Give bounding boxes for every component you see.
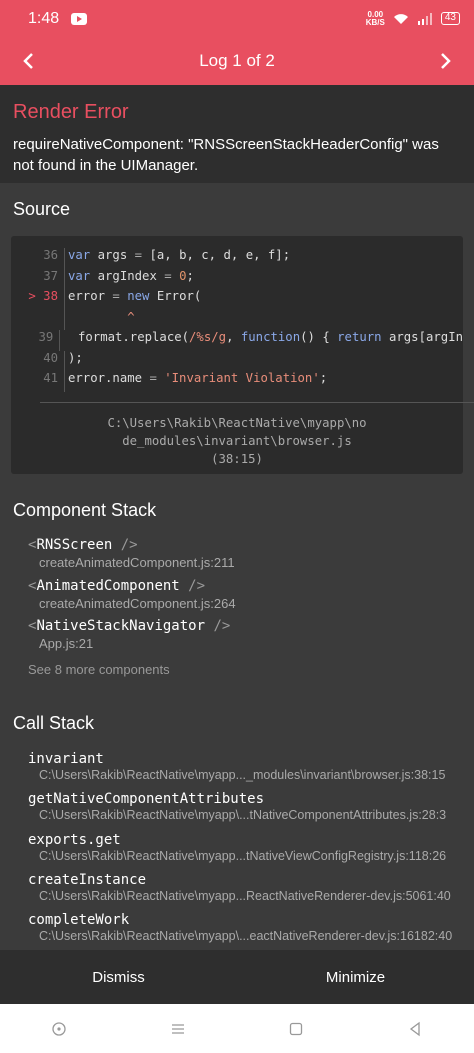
chevron-left-icon xyxy=(23,53,33,69)
call-frame[interactable]: getNativeComponentAttributes C:\Users\Ra… xyxy=(28,791,468,822)
net-speed: 0.00 KB/S xyxy=(365,9,385,27)
call-frame[interactable]: invariant C:\Users\Rakib\ReactNative\mya… xyxy=(28,751,468,782)
see-more-components-link[interactable]: See 8 more components xyxy=(28,662,170,677)
component-frame[interactable]: <NativeStackNavigator /> App.js:21 xyxy=(28,618,230,651)
next-log-button[interactable] xyxy=(418,37,474,85)
source-file-path[interactable]: C:\Users\Rakib\ReactNative\myapp\no de_m… xyxy=(11,414,463,468)
error-panel: Render Error requireNativeComponent: "RN… xyxy=(0,85,474,183)
status-bar: 1:48 0.00 KB/S 43 xyxy=(0,0,474,37)
signal-icon xyxy=(417,12,432,25)
back-icon[interactable] xyxy=(407,1021,423,1037)
component-frame[interactable]: <AnimatedComponent /> createAnimatedComp… xyxy=(28,578,236,611)
error-message: requireNativeComponent: "RNSScreenStackH… xyxy=(13,136,439,174)
code-line: 37 var argIndex = 0; xyxy=(11,268,463,289)
call-stack-title: Call Stack xyxy=(13,713,95,733)
log-title: Log 1 of 2 xyxy=(199,51,275,70)
status-icons: 0.00 KB/S 43 xyxy=(365,9,460,27)
code-line: 41 error.name = 'Invariant Violation'; xyxy=(11,371,463,392)
assistant-icon[interactable] xyxy=(51,1021,67,1037)
component-stack-title: Component Stack xyxy=(13,500,157,520)
code-line-active: > 38 error = new Error( xyxy=(11,289,463,310)
home-icon[interactable] xyxy=(288,1021,304,1037)
call-frame[interactable]: completeWork C:\Users\Rakib\ReactNative\… xyxy=(28,912,468,943)
minimize-button[interactable]: Minimize xyxy=(237,950,474,1004)
youtube-icon xyxy=(71,12,88,25)
code-line: 39 format.replace(/%s/g, function() { re… xyxy=(38,330,463,351)
wifi-icon xyxy=(393,13,408,24)
call-frame[interactable]: createInstance C:\Users\Rakib\ReactNativ… xyxy=(28,872,468,903)
source-title: Source xyxy=(13,199,71,219)
log-header: Log 1 of 2 xyxy=(0,37,474,85)
system-nav-bar xyxy=(0,1004,474,1053)
code-divider xyxy=(40,402,474,403)
component-frame[interactable]: <RNSScreen /> createAnimatedComponent.js… xyxy=(28,537,235,570)
code-line-caret: ^ xyxy=(11,309,463,330)
dismiss-button[interactable]: Dismiss xyxy=(0,950,237,1004)
code-lines: 36 var args = [a, b, c, d, e, f]; 37 var a… xyxy=(11,236,463,392)
code-line: 40); xyxy=(11,350,463,371)
chevron-right-icon xyxy=(441,53,451,69)
status-time: 1:48 xyxy=(28,9,60,27)
menu-icon[interactable] xyxy=(170,1021,186,1037)
prev-log-button[interactable] xyxy=(0,37,56,85)
footer-actions: Dismiss Minimize xyxy=(0,950,474,1004)
code-line: 36 var args = [a, b, c, d, e, f]; xyxy=(11,248,463,269)
error-title: Render Error xyxy=(13,101,129,123)
call-frame[interactable]: exports.get C:\Users\Rakib\ReactNative\m… xyxy=(28,832,468,863)
battery-icon: 43 xyxy=(440,12,460,25)
